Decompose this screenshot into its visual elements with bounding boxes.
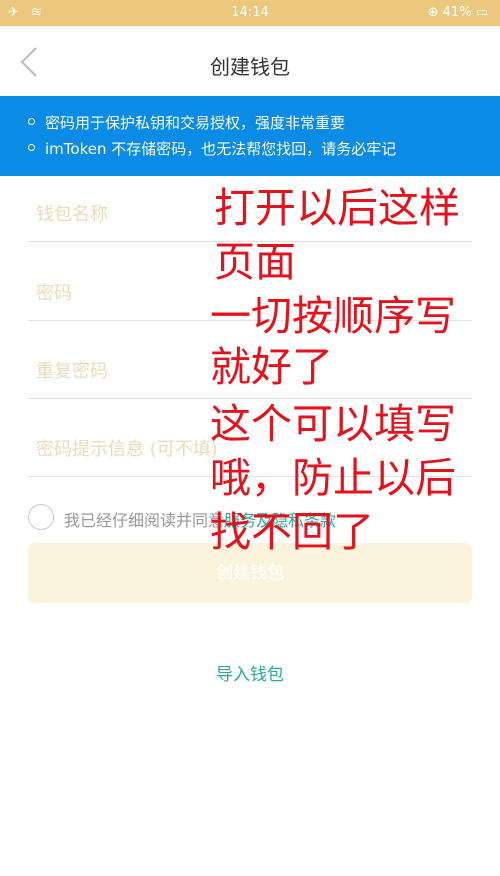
page-title: 创建钱包	[210, 55, 290, 79]
battery-icon: ▭	[475, 5, 488, 20]
annotation-line: 找不回了	[210, 508, 374, 556]
status-bar: ✈ ≋ 14:14 ⊕ 41% ▭	[0, 0, 500, 26]
battery-percent: 41%	[442, 5, 472, 20]
annotation-line: 一切按顺序写	[210, 292, 456, 340]
annotation-line: 这个可以填写	[210, 400, 456, 448]
status-time: 14:14	[231, 5, 269, 20]
bullet-icon	[28, 118, 35, 125]
annotation-line: 打开以后这样	[214, 184, 460, 232]
annotation-line: 就好了	[210, 343, 333, 391]
notice-banner: 密码用于保护私钥和交易授权，强度非常重要 imToken 不存储密码，也无法帮您…	[0, 96, 500, 176]
import-wallet-link[interactable]: 导入钱包	[0, 660, 500, 685]
notice-text: 密码用于保护私钥和交易授权，强度非常重要	[45, 114, 346, 132]
notice-item: imToken 不存储密码，也无法帮您找回，请务必牢记	[28, 138, 396, 159]
agreement-text: 我已经仔细阅读并同意	[64, 511, 225, 530]
bullet-icon	[28, 144, 35, 151]
battery-indicator: ⊕ 41% ▭	[428, 5, 488, 20]
nav-bar: 创建钱包	[0, 26, 500, 96]
lock-rotation-icon: ⊕	[427, 5, 439, 20]
notice-item: 密码用于保护私钥和交易授权，强度非常重要	[28, 112, 345, 133]
agreement-checkbox[interactable]	[28, 504, 54, 530]
annotation-line: 哦，防止以后	[210, 454, 456, 502]
notice-text: imToken 不存储密码，也无法帮您找回，请务必牢记	[45, 140, 397, 158]
annotation-line: 页面	[214, 238, 296, 286]
